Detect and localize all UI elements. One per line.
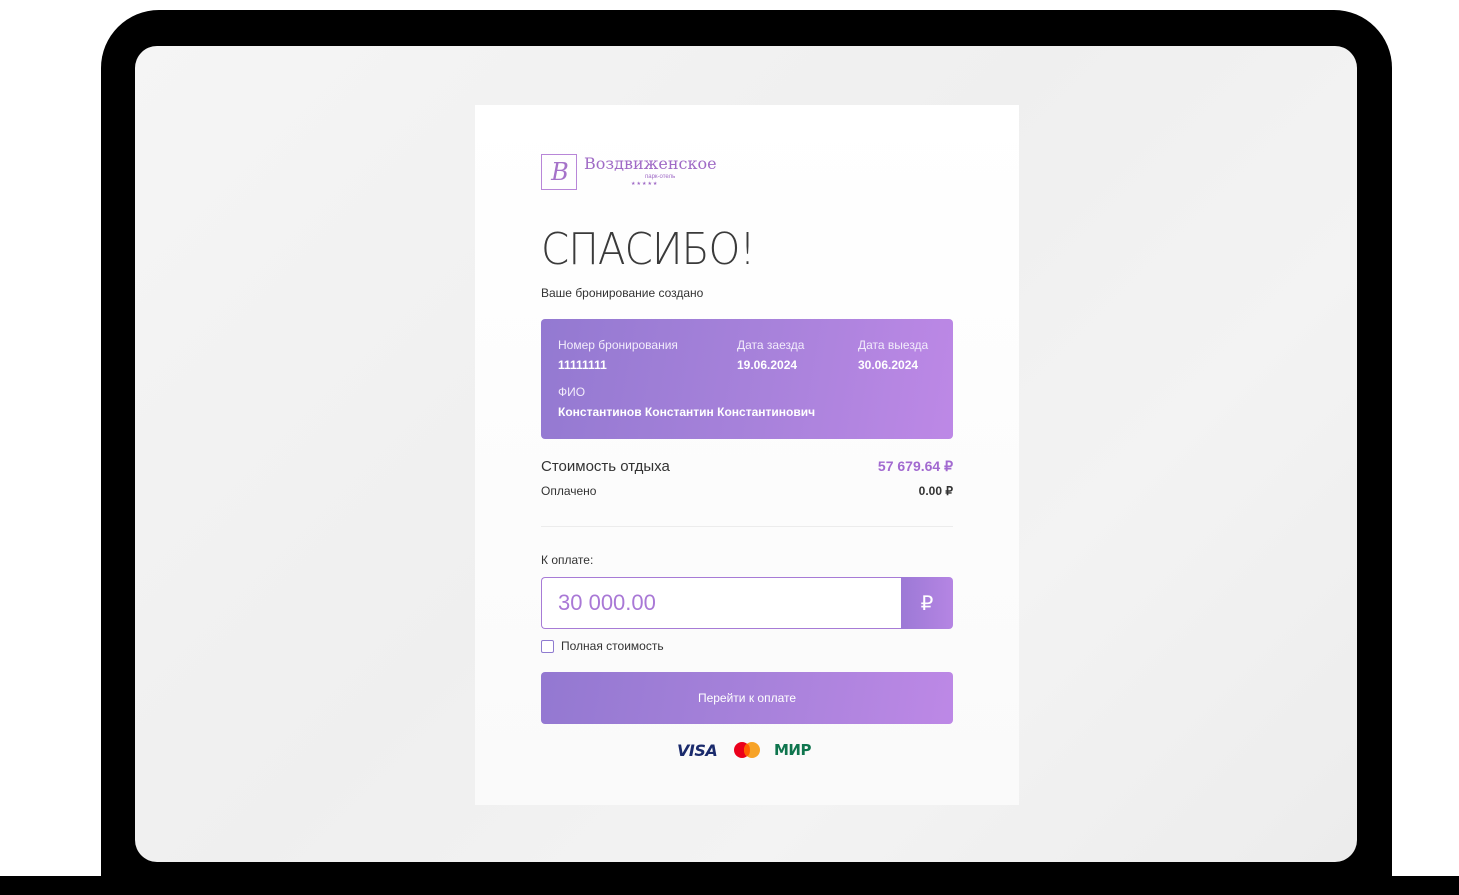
checkin-label: Дата заезда [737, 338, 805, 352]
divider [541, 526, 953, 527]
checkout-label: Дата выезда [858, 338, 929, 352]
payment-systems: VISA МИР [677, 739, 827, 763]
logo-name: Воздвиженское [584, 154, 717, 173]
logo-stars: ★★★★★ [631, 181, 659, 187]
guest-name-value: Константинов Константин Константинович [558, 405, 816, 419]
laptop-base [0, 876, 1459, 895]
booking-number-label: Номер бронирования [558, 338, 678, 352]
booking-number-value: 11111111 [558, 358, 607, 372]
paid-label: Оплачено [541, 484, 597, 498]
logo-monogram: B [541, 154, 577, 190]
full-cost-checkbox[interactable] [541, 640, 554, 653]
checkin-value: 19.06.2024 [737, 358, 798, 372]
booking-info-panel: Номер бронирования 11111111 Дата заезда … [541, 319, 953, 439]
cost-value: 57 679.64 ₽ [877, 458, 953, 474]
currency-button[interactable]: ₽ [901, 577, 953, 629]
payment-amount-label: К оплате: [541, 553, 594, 567]
screen: B Воздвиженское парк-отель ★★★★★ СПАСИБО… [135, 46, 1357, 862]
payment-amount-input[interactable] [541, 577, 901, 629]
page-subtitle: Ваше бронирование создано [541, 286, 704, 300]
logo-subtitle: парк-отель [645, 174, 676, 180]
go-to-payment-button[interactable]: Перейти к оплате [541, 672, 953, 724]
guest-name-label: ФИО [558, 385, 586, 399]
paid-value: 0.00 ₽ [918, 484, 953, 498]
full-cost-label[interactable]: Полная стоимость [561, 639, 664, 653]
checkout-value: 30.06.2024 [858, 358, 919, 372]
mastercard-logo-icon [734, 742, 760, 758]
mir-logo-icon: МИР [774, 741, 811, 759]
cost-label: Стоимость отдыха [541, 458, 670, 475]
page-title: СПАСИБО! [541, 224, 756, 275]
visa-logo-icon: VISA [677, 741, 718, 760]
booking-confirmation-card: B Воздвиженское парк-отель ★★★★★ СПАСИБО… [475, 105, 1019, 805]
hotel-logo: B Воздвиженское парк-отель ★★★★★ [541, 154, 741, 194]
